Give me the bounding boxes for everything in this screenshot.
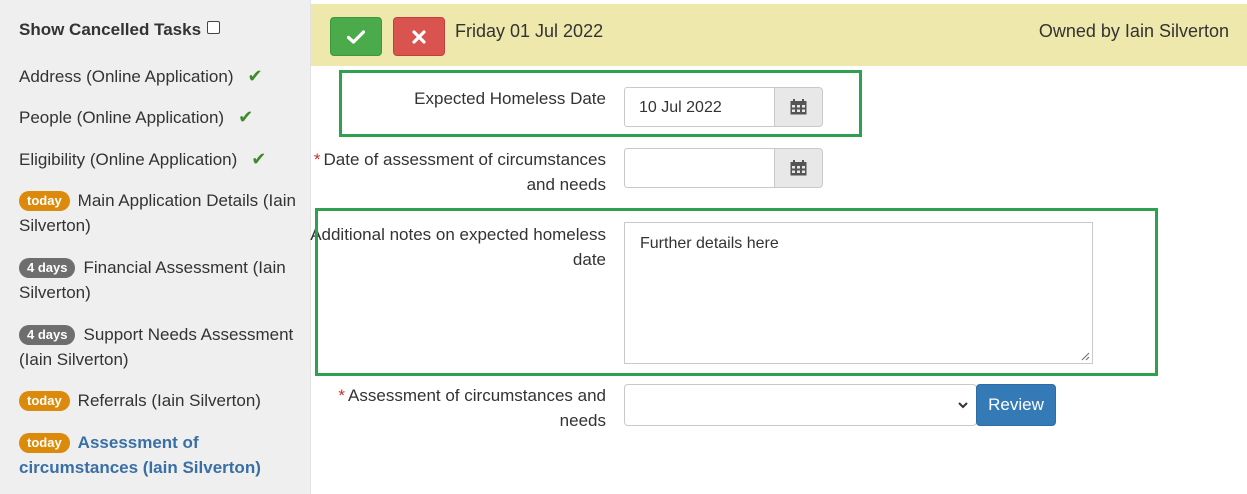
- assessment-date-label: * Date of assessment of circumstances and…: [314, 147, 606, 197]
- date-value: 10 Jul 2022: [639, 99, 722, 116]
- required-mark: *: [338, 386, 346, 405]
- expected-date-calendar-button[interactable]: [774, 87, 823, 127]
- show-cancelled-toggle[interactable]: Show Cancelled Tasks: [19, 20, 221, 40]
- task-label: Referrals (Iain Silverton): [77, 391, 261, 410]
- label-text: needs: [559, 411, 606, 430]
- task-assessment-of-circumstances[interactable]: today Assessment of circumstances (Iain S…: [19, 430, 299, 480]
- label-text: Additional notes on expected homeless: [310, 225, 606, 244]
- assessment-select-label: * Assessment of circumstances and needs: [338, 383, 606, 433]
- check-icon: ✔: [247, 66, 263, 86]
- label-text: and needs: [526, 175, 606, 194]
- calendar-icon: [790, 99, 807, 115]
- additional-notes-textarea[interactable]: Further details here: [624, 222, 1093, 364]
- calendar-icon: [790, 160, 807, 176]
- resize-handle-icon[interactable]: [1080, 351, 1090, 361]
- task-financial-assessment[interactable]: 4 days Financial Assessment (Iain Silvert…: [19, 255, 299, 305]
- task-owner: Owned by Iain Silverton: [1038, 21, 1229, 41]
- show-cancelled-label: Show Cancelled Tasks: [19, 20, 202, 39]
- task-support-needs[interactable]: 4 days Support Needs Assessment (Iain Sil…: [19, 322, 299, 372]
- close-icon: [412, 30, 426, 44]
- task-main-application[interactable]: today Main Application Details (Iain Silv…: [19, 188, 299, 238]
- review-button[interactable]: Review: [976, 384, 1056, 426]
- check-icon: [346, 30, 366, 44]
- additional-notes-label: Additional notes on expected homeless da…: [310, 222, 606, 272]
- task-date: Friday 01 Jul 2022: [455, 21, 604, 41]
- check-icon: ✔: [238, 107, 254, 127]
- required-mark: *: [313, 150, 321, 169]
- chevron-down-icon: [958, 402, 968, 409]
- assessment-date-calendar-button[interactable]: [774, 148, 823, 188]
- expected-homeless-date-label: Expected Homeless Date: [414, 86, 606, 111]
- cancel-button[interactable]: [393, 17, 445, 56]
- check-icon: ✔: [251, 149, 267, 169]
- due-badge: today: [19, 391, 70, 411]
- task-label: Address (Online Application): [19, 67, 234, 86]
- label-text: Expected Homeless Date: [414, 89, 606, 108]
- label-text: Assessment of circumstances and: [348, 386, 606, 405]
- label-text: date: [572, 250, 606, 269]
- task-eligibility[interactable]: Eligibility (Online Application) ✔: [19, 147, 299, 172]
- notes-value: Further details here: [640, 235, 779, 252]
- confirm-button[interactable]: [330, 17, 382, 56]
- expected-homeless-date-input[interactable]: 10 Jul 2022: [624, 87, 775, 127]
- assessment-date-input[interactable]: [624, 148, 775, 188]
- task-people[interactable]: People (Online Application) ✔: [19, 105, 299, 130]
- label-text: Date of assessment of circumstances: [323, 150, 606, 169]
- task-header-bar: Friday 01 Jul 2022 Owned by Iain Silvert…: [311, 4, 1247, 66]
- due-badge: today: [19, 433, 70, 453]
- assessment-select[interactable]: [624, 384, 977, 426]
- show-cancelled-checkbox[interactable]: [207, 21, 221, 34]
- due-badge: today: [19, 191, 70, 211]
- due-badge: 4 days: [19, 325, 76, 345]
- task-address[interactable]: Address (Online Application) ✔: [19, 64, 299, 89]
- task-label: Eligibility (Online Application): [19, 150, 238, 169]
- task-sidebar: Show Cancelled Tasks Address (Online App…: [0, 0, 311, 494]
- task-label: People (Online Application): [19, 108, 225, 127]
- task-referrals[interactable]: today Referrals (Iain Silverton): [19, 388, 299, 413]
- due-badge: 4 days: [19, 258, 76, 278]
